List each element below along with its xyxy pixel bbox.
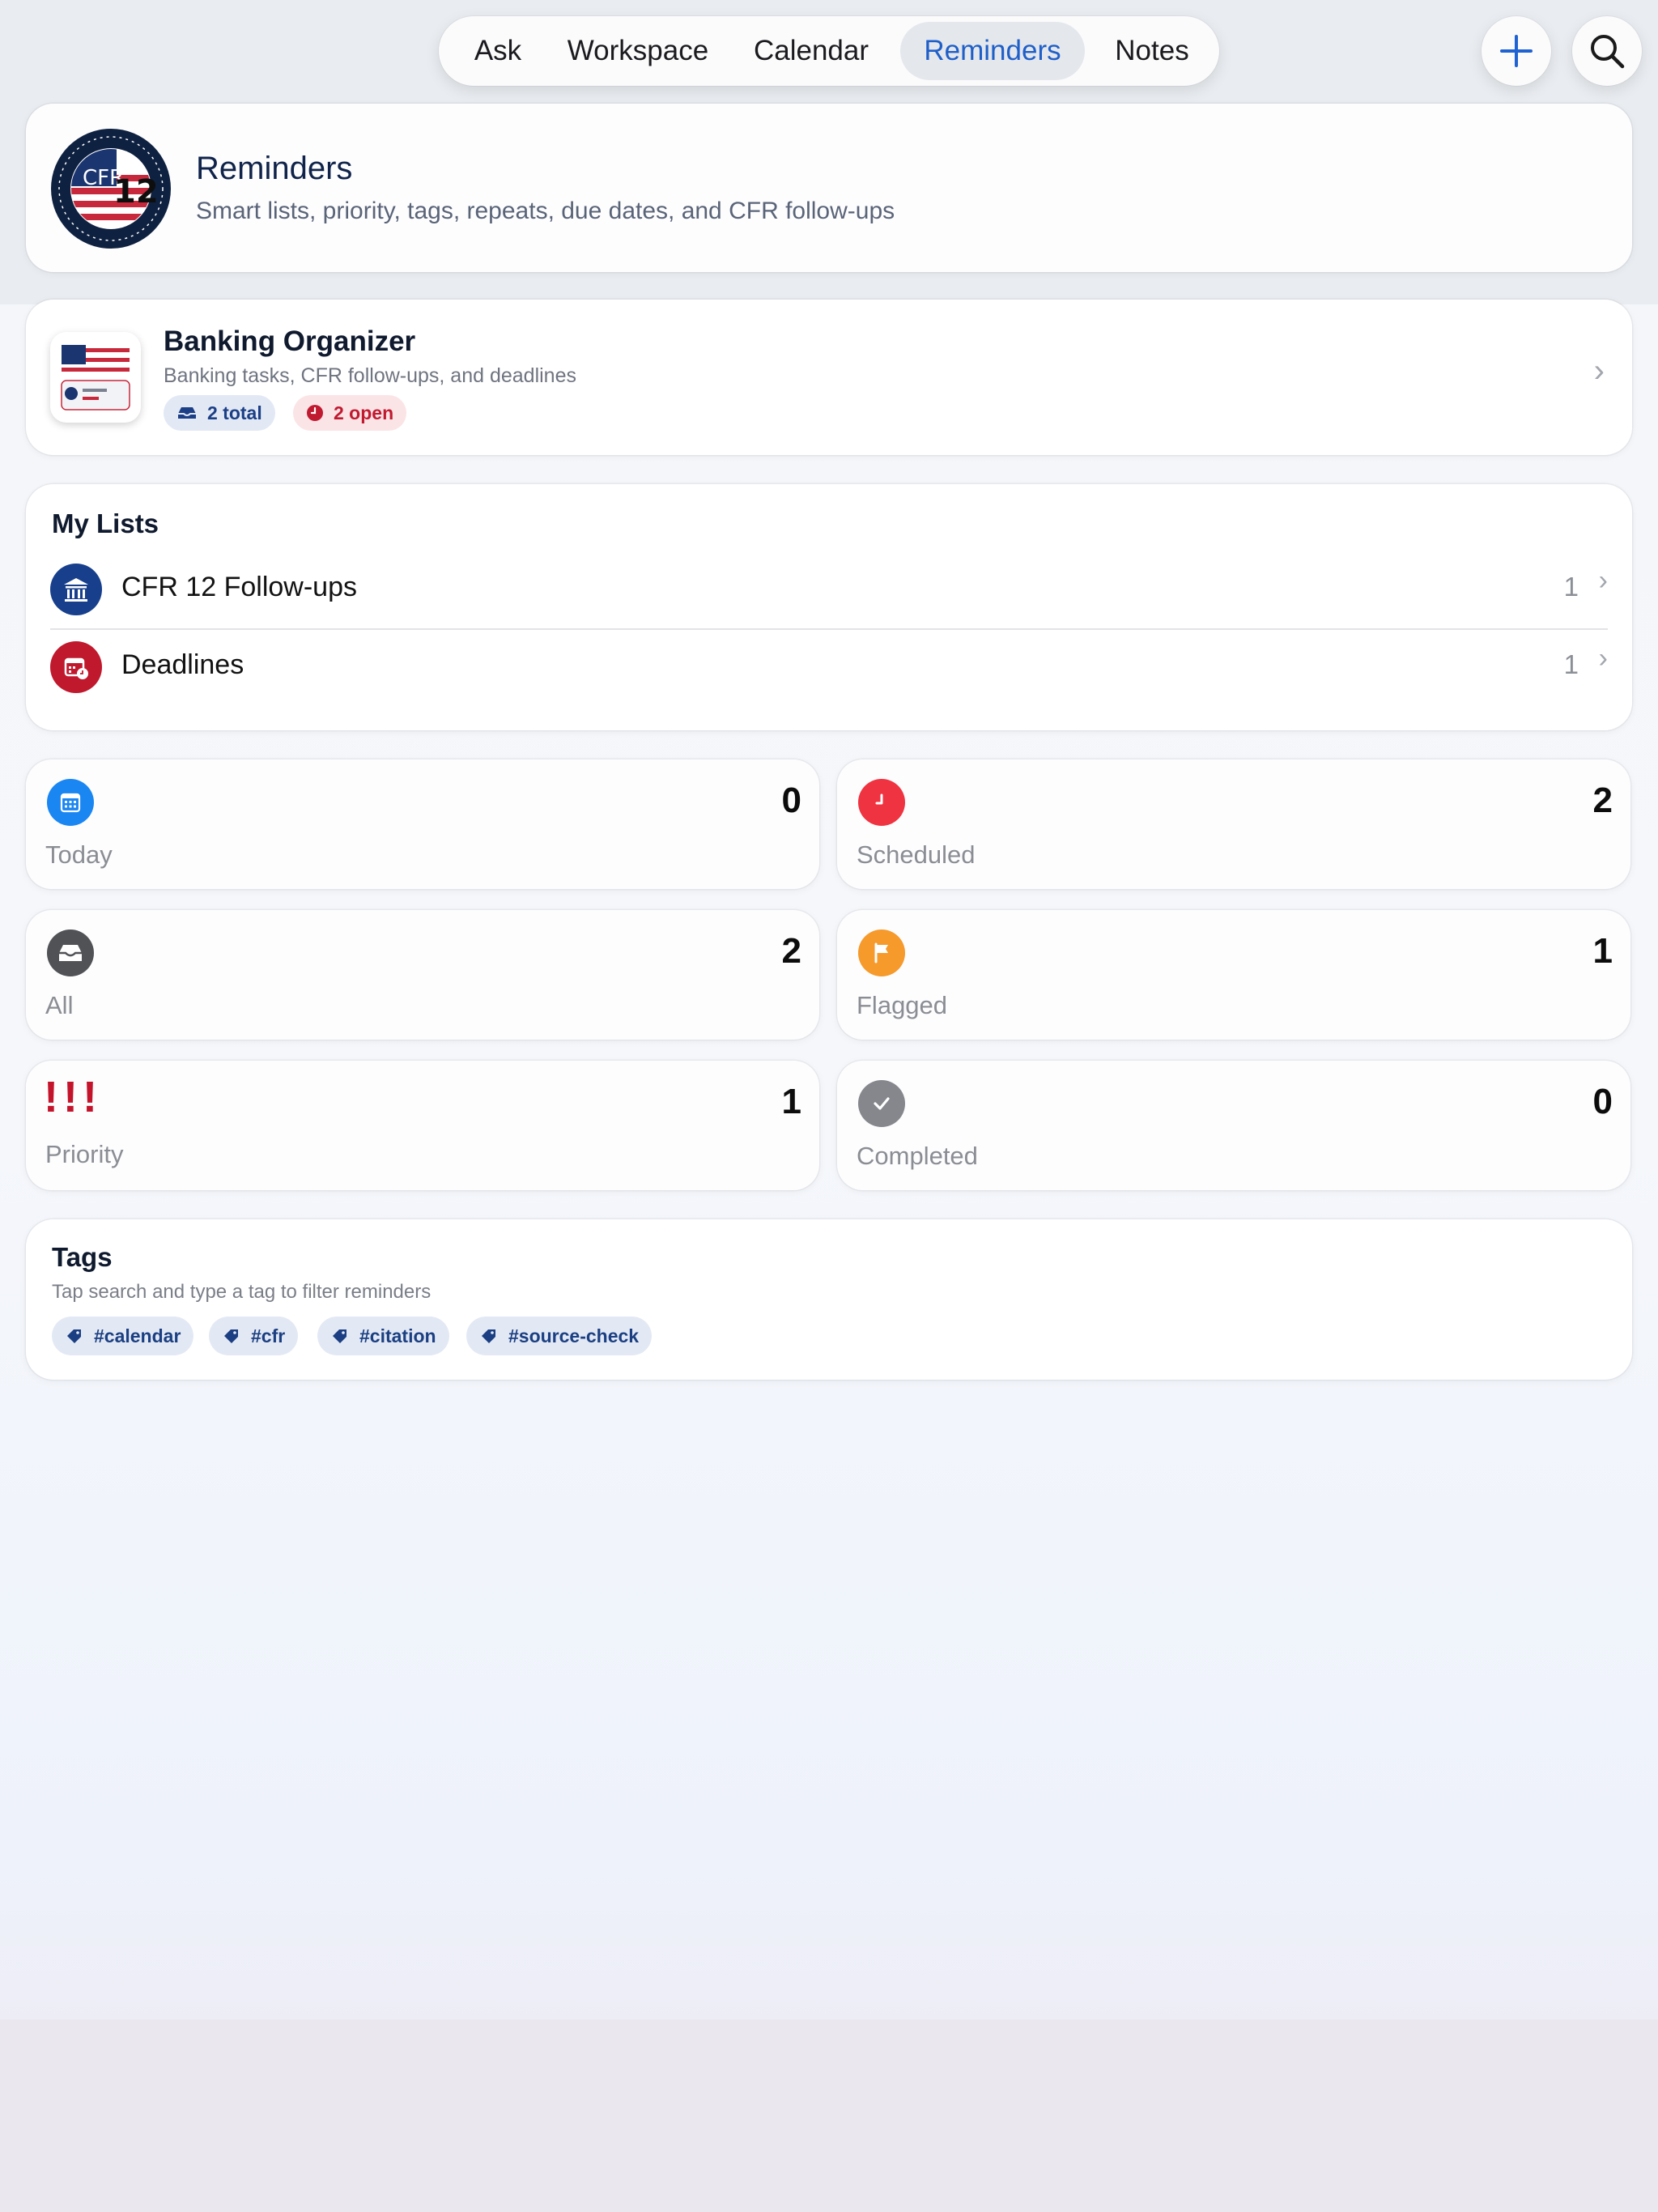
smart-list-flagged[interactable]: Flagged 1 [837, 910, 1630, 1040]
list-item-deadlines[interactable]: Deadlines 1 › [26, 635, 1632, 700]
smart-list-priority[interactable]: !!! Priority 1 [26, 1061, 819, 1190]
open-badge: 2 open [293, 395, 407, 431]
list-label: Deadlines [121, 649, 244, 680]
tile-count: 0 [1592, 1082, 1613, 1121]
tag-chip[interactable]: #citation [317, 1317, 449, 1355]
smart-list-today[interactable]: Today 0 [26, 759, 819, 889]
cfr-seal-logo: CFR 12 [51, 129, 171, 249]
add-button[interactable] [1482, 16, 1551, 86]
tag-icon [482, 1329, 495, 1343]
tile-count: 2 [781, 931, 801, 971]
list-item-cfr-follow-ups[interactable]: CFR 12 Follow-ups 1 › [26, 557, 1632, 622]
tags-card: Tags Tap search and type a tag to filter… [26, 1219, 1632, 1380]
tile-count: 2 [1592, 781, 1613, 820]
tag-chip[interactable]: #source-check [466, 1317, 653, 1355]
tag-icon [67, 1329, 81, 1343]
tile-label: Flagged [857, 991, 948, 1019]
tile-label: Scheduled [857, 840, 976, 869]
smart-list-all[interactable]: All 2 [26, 910, 819, 1040]
total-badge-label: 2 total [207, 402, 262, 423]
tray-icon [178, 407, 196, 419]
plus-icon [1500, 35, 1533, 67]
top-tab-bar: Ask Workspace Calendar Reminders Notes [439, 16, 1219, 86]
calendar-clock-icon [50, 641, 102, 693]
tray-icon [47, 929, 94, 976]
smart-list-scheduled[interactable]: Scheduled 2 [837, 759, 1630, 889]
tile-label: All [45, 991, 74, 1019]
tab-ask[interactable]: Ask [453, 22, 542, 80]
tile-label: Completed [857, 1142, 978, 1170]
list-count: 1 [1563, 649, 1579, 679]
organizer-title: Banking Organizer [164, 325, 416, 357]
tile-label: Priority [45, 1140, 124, 1168]
tag-chip[interactable]: #calendar [52, 1317, 194, 1355]
clock-icon [858, 779, 905, 826]
seal-number: 12 [113, 173, 159, 211]
tab-reminders[interactable]: Reminders [900, 22, 1085, 80]
tag-label: #source-check [508, 1325, 640, 1346]
search-button[interactable] [1572, 16, 1642, 86]
my-lists-title: My Lists [52, 508, 159, 538]
page-title: Reminders [196, 151, 353, 186]
chevron-right-icon: › [1598, 565, 1608, 596]
tag-icon [333, 1329, 346, 1343]
organizer-subtitle: Banking tasks, CFR follow-ups, and deadl… [164, 364, 576, 387]
bottom-background [0, 2019, 1658, 2212]
tags-title: Tags [52, 1242, 113, 1272]
tile-count: 0 [781, 781, 801, 820]
checkmark-icon [858, 1080, 905, 1127]
chevron-right-icon: › [1593, 353, 1605, 389]
tab-notes[interactable]: Notes [1099, 22, 1205, 80]
bank-icon [50, 564, 102, 615]
calendar-icon [47, 779, 94, 826]
tile-label: Today [45, 840, 113, 869]
clock-icon [307, 405, 323, 421]
banking-organizer-card[interactable]: Banking Organizer Banking tasks, CFR fol… [26, 300, 1632, 455]
list-label: CFR 12 Follow-ups [121, 572, 357, 602]
chevron-right-icon: › [1598, 643, 1608, 674]
tile-count: 1 [781, 1082, 801, 1121]
tag-icon [224, 1329, 238, 1343]
exclamation-icon: !!! [44, 1073, 102, 1121]
tag-label: #citation [359, 1325, 436, 1346]
tab-workspace[interactable]: Workspace [555, 22, 721, 80]
magnifier-icon [1591, 35, 1625, 69]
smart-list-completed[interactable]: Completed 0 [837, 1061, 1630, 1190]
page-subtitle: Smart lists, priority, tags, repeats, du… [196, 198, 895, 224]
tag-label: #cfr [251, 1325, 286, 1346]
open-badge-label: 2 open [334, 402, 394, 423]
list-divider [50, 628, 1608, 630]
tag-chip[interactable]: #cfr [209, 1317, 299, 1355]
tile-count: 1 [1592, 931, 1613, 971]
tag-label: #calendar [94, 1325, 181, 1346]
reminders-header-card: CFR 12 Reminders Smart lists, priority, … [26, 104, 1632, 272]
flag-icon [858, 929, 905, 976]
organizer-thumbnail [50, 332, 141, 423]
my-lists-card: My Lists CFR 12 Follow-ups 1 › Deadlines… [26, 484, 1632, 730]
tags-subtitle: Tap search and type a tag to filter remi… [52, 1281, 432, 1303]
list-count: 1 [1563, 572, 1579, 602]
total-badge: 2 total [164, 395, 275, 431]
tab-calendar[interactable]: Calendar [738, 22, 884, 80]
